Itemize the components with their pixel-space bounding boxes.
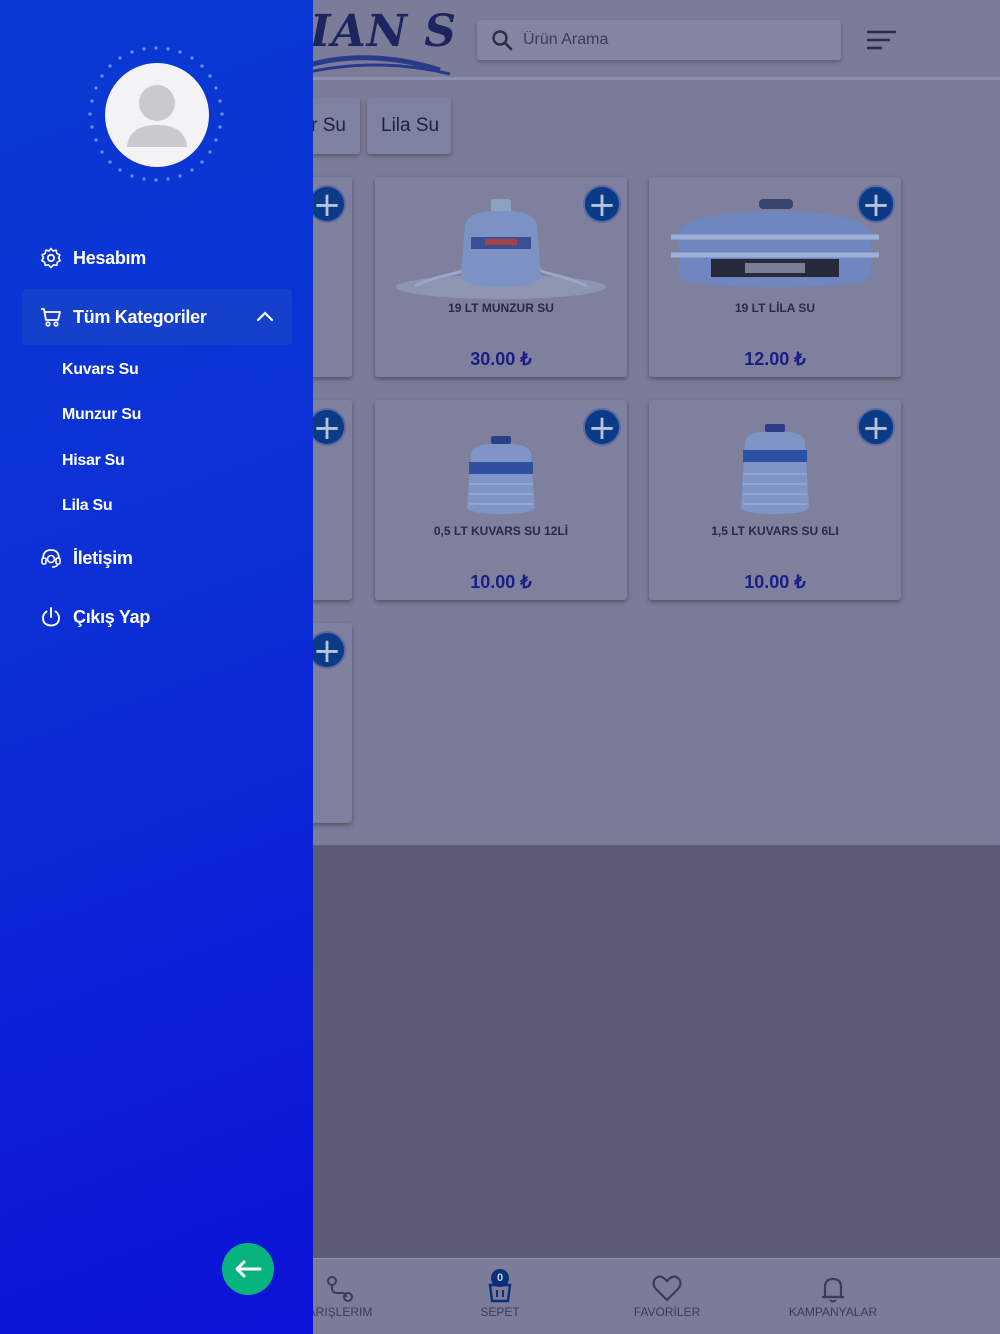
product-price: 30.00 ₺ xyxy=(470,349,532,369)
search-bar[interactable] xyxy=(477,20,841,60)
profile-avatar-area[interactable] xyxy=(86,44,226,184)
add-to-cart-icon[interactable]: + xyxy=(583,185,621,223)
cart-count-badge: 0 xyxy=(491,1269,509,1287)
submenu-item-hisar-su[interactable]: Hisar Su xyxy=(62,452,125,470)
heart-icon xyxy=(652,1275,682,1302)
nav-campaigns-label: KAMPANYALAR xyxy=(788,1305,878,1319)
chevron-up-icon[interactable] xyxy=(256,309,274,323)
submenu-item-kuvars-su[interactable]: Kuvars Su xyxy=(62,361,139,379)
product-price: 10.00 ₺ xyxy=(744,572,806,592)
category-chip[interactable]: Lila Su xyxy=(367,98,451,154)
search-input[interactable] xyxy=(523,28,823,52)
add-to-cart-icon[interactable]: + xyxy=(583,408,621,446)
menu-item-label: Çıkış Yap xyxy=(73,607,151,627)
menu-item-label: Hesabım xyxy=(73,248,146,268)
add-to-cart-icon[interactable]: + xyxy=(308,408,346,446)
menu-item-contact[interactable]: İletişim xyxy=(22,530,292,586)
add-to-cart-icon[interactable]: + xyxy=(857,185,895,223)
product-card[interactable]: + 0,5 LT KUVARS SU 12Lİ 10.00 ₺ xyxy=(375,400,627,600)
hamburger-menu-icon[interactable] xyxy=(862,26,902,56)
product-name: 19 LT MUNZUR SU xyxy=(448,301,554,315)
nav-campaigns[interactable]: KAMPANYALAR xyxy=(753,1259,913,1334)
product-card[interactable]: + 1,5 LT KUVARS SU 6LI 10.00 ₺ xyxy=(649,400,901,600)
cart-icon xyxy=(41,308,61,327)
close-drawer-button[interactable] xyxy=(222,1243,274,1295)
nav-favorites-label: FAVORİLER xyxy=(633,1305,701,1319)
user-silhouette-icon xyxy=(127,85,187,147)
bell-icon xyxy=(822,1277,844,1303)
add-to-cart-icon[interactable]: + xyxy=(857,408,895,446)
menu-item-account[interactable]: Hesabım xyxy=(22,230,292,286)
product-price: 12.00 ₺ xyxy=(744,349,806,369)
avatar[interactable] xyxy=(105,63,209,167)
gear-icon xyxy=(41,247,61,269)
logo-wave-graphic xyxy=(300,55,451,76)
arrow-left-icon xyxy=(235,1260,262,1278)
search-icon xyxy=(492,30,513,51)
product-name: 1,5 LT KUVARS SU 6LI xyxy=(711,524,839,538)
add-to-cart-icon[interactable]: + xyxy=(308,631,346,669)
product-price: 10.00 ₺ xyxy=(470,572,532,592)
menu-item-logout[interactable]: Çıkış Yap xyxy=(22,589,292,645)
product-name: 0,5 LT KUVARS SU 12Lİ xyxy=(433,524,569,538)
side-drawer: Hesabım Tüm Kategoriler Kuvars Su Munzur… xyxy=(0,0,313,1334)
headset-icon xyxy=(41,549,61,568)
add-to-cart-icon[interactable]: + xyxy=(308,185,346,223)
power-icon xyxy=(42,607,60,627)
route-icon xyxy=(327,1276,353,1302)
nav-favorites[interactable]: FAVORİLER xyxy=(587,1259,747,1334)
submenu-item-munzur-su[interactable]: Munzur Su xyxy=(62,406,141,424)
brand-logo[interactable]: IAN SU xyxy=(300,2,460,76)
menu-item-label: İletişim xyxy=(73,548,133,568)
product-card[interactable]: + 19 LT LİLA SU 12.00 ₺ xyxy=(649,177,901,377)
nav-cart-label: SEPET xyxy=(480,1305,520,1319)
menu-item-all-categories[interactable]: Tüm Kategoriler xyxy=(22,289,292,345)
product-name: 19 LT LİLA SU xyxy=(734,301,815,315)
menu-item-label: Tüm Kategoriler xyxy=(73,307,207,327)
nav-cart[interactable]: 0 SEPET xyxy=(420,1259,580,1334)
product-card[interactable]: + 19 LT MUNZUR SU 30.00 ₺ xyxy=(375,177,627,377)
submenu-item-lila-su[interactable]: Lila Su xyxy=(62,497,113,515)
